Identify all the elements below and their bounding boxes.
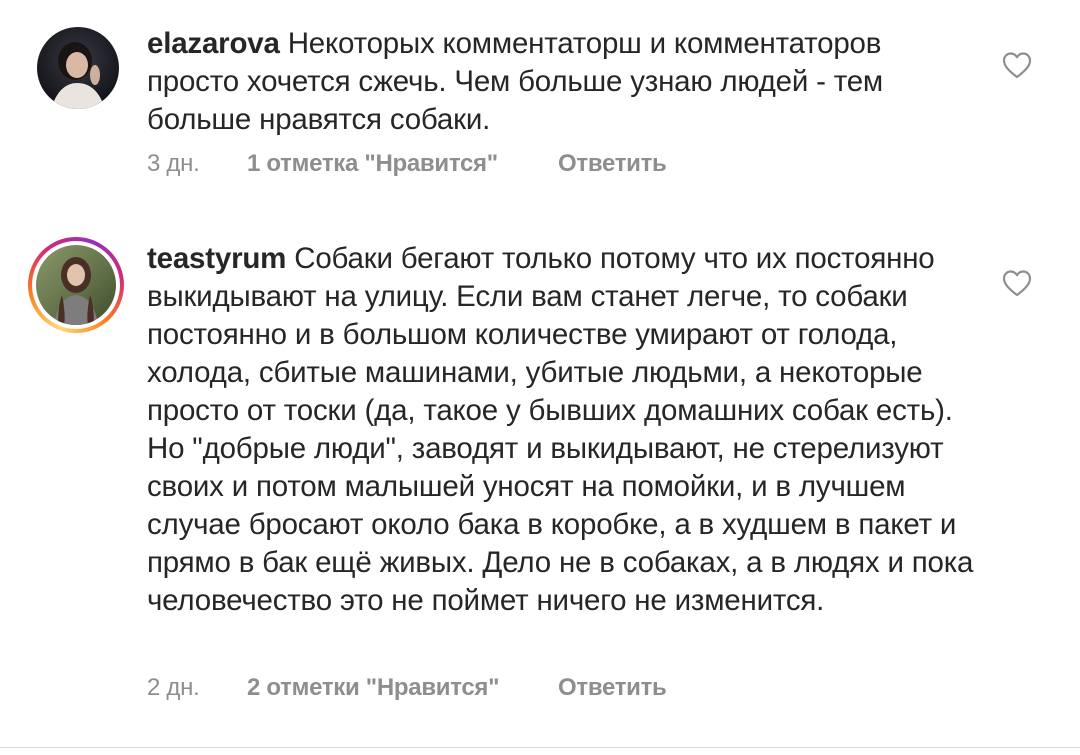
reply-button[interactable]: Ответить [558,674,667,702]
comment-time[interactable]: 3 дн. [147,150,247,178]
comment-text: teastyrum Собаки бегают только потому что… [147,240,977,620]
avatar-story-ring[interactable] [28,237,124,333]
comment-meta: 2 дн. 2 отметки "Нравится" Ответить [147,674,667,702]
profile-photo-icon [36,245,116,325]
profile-photo-icon [37,27,119,109]
comment-body: Собаки бегают только потому что их посто… [147,242,974,617]
comment-username[interactable]: elazarova [147,27,280,60]
comment-username[interactable]: teastyrum [147,242,286,275]
divider [0,747,1080,748]
comment-meta: 3 дн. 1 отметка "Нравится" Ответить [147,150,667,178]
avatar[interactable] [37,27,119,109]
heart-outline-icon[interactable] [1001,268,1033,298]
comment-likes-count[interactable]: 1 отметка "Нравится" [247,150,558,178]
comment-time[interactable]: 2 дн. [147,674,247,702]
comment-likes-count[interactable]: 2 отметки "Нравится" [247,674,558,702]
comment-text: elazarova Некоторых комментаторш и коммен… [147,25,977,139]
heart-outline-icon[interactable] [1001,50,1033,80]
reply-button[interactable]: Ответить [558,150,667,178]
